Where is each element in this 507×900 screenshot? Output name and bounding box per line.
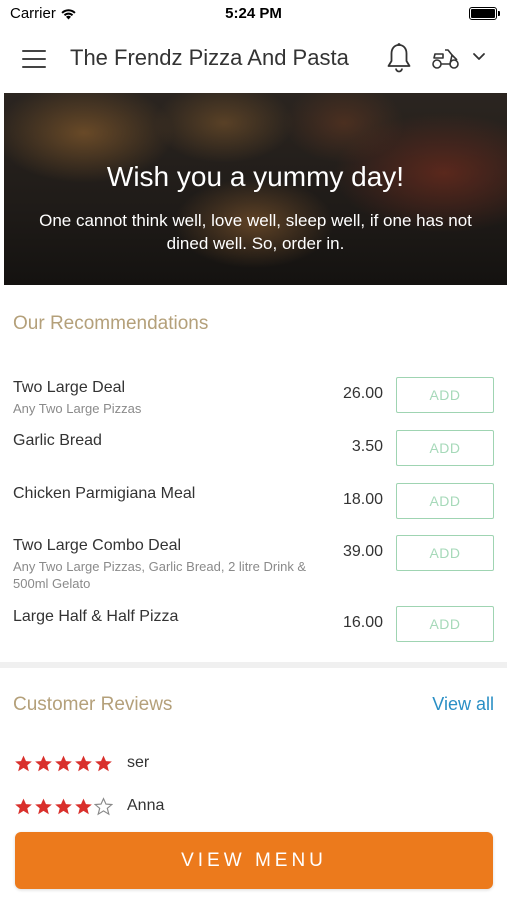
- star-filled-icon: [55, 755, 72, 771]
- add-button[interactable]: ADD: [396, 377, 494, 413]
- restaurant-title: The Frendz Pizza And Pasta: [70, 45, 349, 70]
- review-row: Anna: [14, 794, 164, 818]
- star-rating: [14, 754, 113, 773]
- reviews-title: Customer Reviews: [13, 694, 173, 715]
- item-name: Large Half & Half Pizza: [13, 608, 179, 625]
- star-filled-icon: [35, 798, 52, 814]
- status-bar: Carrier 5:24 PM: [0, 0, 507, 28]
- star-filled-icon: [35, 755, 52, 771]
- star-rating: [14, 796, 113, 816]
- hero-title: Wish you a yummy day!: [106, 161, 405, 192]
- bell-icon[interactable]: [386, 42, 412, 74]
- delivery-scooter-icon[interactable]: [431, 46, 461, 70]
- reviewer-name: ser: [127, 754, 150, 771]
- hero-banner: Wish you a yummy day! One cannot think w…: [4, 93, 507, 285]
- hamburger-menu-icon[interactable]: [22, 50, 46, 68]
- item-name: Chicken Parmigiana Meal: [13, 485, 196, 502]
- item-price: 3.50: [351, 438, 383, 455]
- add-button[interactable]: ADD: [396, 483, 494, 519]
- view-all-reviews-link[interactable]: View all: [432, 694, 494, 715]
- star-filled-icon: [75, 755, 92, 771]
- section-divider: [0, 662, 507, 668]
- item-description: Any Two Large Pizzas: [13, 401, 142, 416]
- add-button[interactable]: ADD: [396, 606, 494, 642]
- star-filled-icon: [55, 798, 72, 814]
- add-button[interactable]: ADD: [396, 430, 494, 466]
- item-description: Any Two Large Pizzas, Garlic Bread, 2 li…: [13, 559, 307, 591]
- chevron-down-icon[interactable]: [472, 52, 486, 62]
- item-price: 26.00: [342, 385, 383, 402]
- star-empty-icon: [94, 796, 113, 815]
- item-price: 18.00: [342, 491, 383, 508]
- item-price: 39.00: [342, 543, 383, 560]
- item-name: Garlic Bread: [13, 432, 102, 449]
- item-name: Two Large Deal: [13, 379, 126, 396]
- app-header: The Frendz Pizza And Pasta: [0, 28, 507, 92]
- view-menu-button[interactable]: VIEW MENU: [15, 832, 493, 889]
- battery-icon: [469, 7, 500, 20]
- reviewer-name: Anna: [127, 797, 165, 814]
- star-filled-icon: [15, 798, 32, 814]
- item-name: Two Large Combo Deal: [13, 537, 182, 554]
- star-filled-icon: [15, 755, 32, 771]
- clock: 5:24 PM: [225, 5, 282, 22]
- star-filled-icon: [95, 755, 112, 771]
- review-row: ser: [14, 751, 149, 775]
- star-filled-icon: [75, 798, 92, 814]
- add-button[interactable]: ADD: [396, 535, 494, 571]
- recommendations-title: Our Recommendations: [13, 313, 209, 334]
- hero-subtitle: One cannot think well, love well, sleep …: [39, 211, 472, 253]
- item-price: 16.00: [342, 614, 383, 631]
